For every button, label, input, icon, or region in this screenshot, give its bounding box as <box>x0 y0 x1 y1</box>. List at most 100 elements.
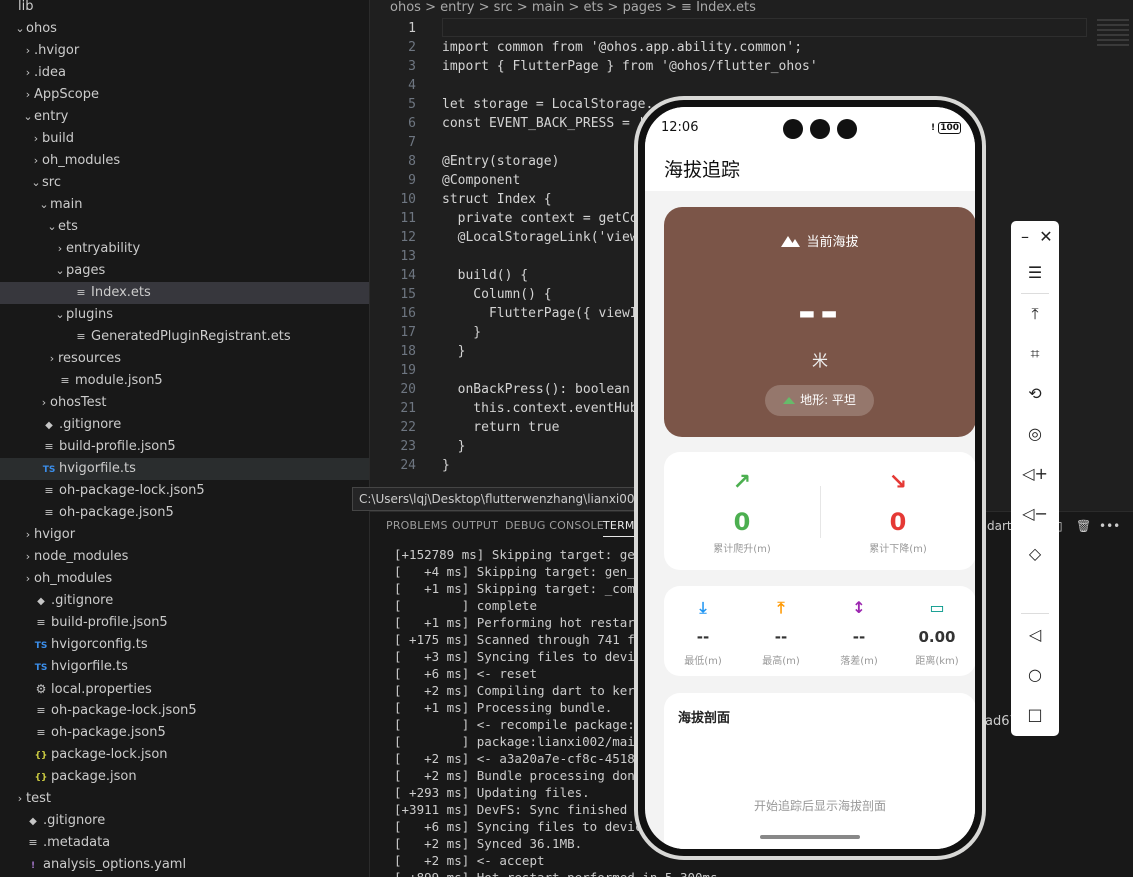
tree-item[interactable]: {} package-lock.json <box>0 744 369 766</box>
trending-up-icon: ↗ <box>732 470 752 495</box>
git-file-icon: ◆ <box>45 420 53 431</box>
stat-label: 最低(m) <box>684 656 722 667</box>
stat-item: ▭ 0.00 距离(km) <box>898 586 975 676</box>
chevron-right-icon: › <box>41 396 47 409</box>
tree-item[interactable]: ≡ oh-package.json5 <box>0 502 369 524</box>
tree-item[interactable]: ⌄plugins <box>0 304 369 326</box>
tree-item-label: entryability <box>66 241 141 256</box>
tree-item-label: AppScope <box>34 87 99 102</box>
code-line[interactable]: 1 <box>370 19 1133 38</box>
code-line[interactable]: 2 import common from '@ohos.app.ability.c… <box>370 38 1133 57</box>
menu-icon[interactable]: ☰ <box>1011 263 1059 282</box>
tree-item[interactable]: ≡ oh-package.json5 <box>0 722 369 744</box>
line-number: 19 <box>400 363 416 378</box>
more-icon[interactable]: ••• <box>1099 519 1120 533</box>
crop-icon[interactable]: ⌗ <box>1011 344 1059 364</box>
volume-down-icon[interactable]: ◁− <box>1011 504 1059 523</box>
line-number: 21 <box>400 401 416 416</box>
breadcrumb-item[interactable]: entry <box>440 0 474 15</box>
tree-item[interactable]: › test <box>0 788 369 810</box>
volume-up-icon[interactable]: ◁+ <box>1011 464 1059 483</box>
trash-icon[interactable]: 🗑 <box>1076 519 1091 533</box>
tree-item[interactable]: ≡ Index.ets <box>0 282 369 304</box>
line-number: 7 <box>408 135 416 150</box>
terminal-name[interactable]: dart <box>987 519 1012 533</box>
code-text: } <box>442 325 482 340</box>
phone-screen[interactable]: 12:06 ! 100 海拔追踪 当前海拔 -- 米 地形: 平坦 ↗ 0 累计… <box>645 107 975 849</box>
tree-item[interactable]: ≡ build-profile.json5 <box>0 612 369 634</box>
breadcrumb-item[interactable]: src <box>494 0 513 15</box>
breadcrumb-item[interactable]: pages <box>623 0 662 15</box>
tree-item[interactable]: TS hvigorfile.ts <box>0 458 369 480</box>
tree-item[interactable]: ◆ .gitignore <box>0 590 369 612</box>
tree-item[interactable]: › entryability <box>0 238 369 260</box>
lines-file-icon: ≡ <box>36 616 46 629</box>
close-icon[interactable]: ✕ <box>1022 227 1070 246</box>
tab-problems[interactable]: PROBLEMS <box>386 519 448 532</box>
tree-item-label: package-lock.json <box>51 747 168 762</box>
tree-item[interactable]: ⌄pages <box>0 260 369 282</box>
tree-item[interactable]: ≡ module.json5 <box>0 370 369 392</box>
tree-item[interactable]: › node_modules <box>0 546 369 568</box>
tab-debug-console[interactable]: DEBUG CONSOLE <box>505 519 604 532</box>
rotate-icon[interactable]: ⟲ <box>1011 384 1059 403</box>
tree-item[interactable]: ◆ .gitignore <box>0 414 369 436</box>
tree-item[interactable]: ≡ oh-package-lock.json5 <box>0 480 369 502</box>
code-line[interactable]: 3 import { FlutterPage } from '@ohos/flut… <box>370 57 1133 76</box>
tree-item[interactable]: › .hvigor <box>0 40 369 62</box>
tree-item[interactable]: › build <box>0 128 369 150</box>
tree-item-label: ohos <box>26 21 57 36</box>
tree-item[interactable]: ≡ build-profile.json5 <box>0 436 369 458</box>
tree-item[interactable]: lib <box>0 0 369 18</box>
tree-item[interactable]: ≡ GeneratedPluginRegistrant.ets <box>0 326 369 348</box>
recents-icon[interactable]: □ <box>1011 705 1059 724</box>
tree-item[interactable]: › oh_modules <box>0 568 369 590</box>
tree-item[interactable]: › .idea <box>0 62 369 84</box>
breadcrumb-item[interactable]: main <box>532 0 564 15</box>
tree-item[interactable]: ⚙ local.properties <box>0 678 369 700</box>
tree-item[interactable]: › hvigor <box>0 524 369 546</box>
lines-file-icon: ≡ <box>60 374 70 387</box>
back-icon[interactable]: ◁ <box>1011 625 1059 644</box>
code-line[interactable]: 4 <box>370 76 1133 95</box>
tree-item[interactable]: › oh_modules <box>0 150 369 172</box>
chevron-right-icon: › <box>25 66 31 79</box>
tree-item-label: package.json <box>51 769 137 784</box>
tree-item[interactable]: ⌄main <box>0 194 369 216</box>
tab-output[interactable]: OUTPUT <box>452 519 498 532</box>
tree-item[interactable]: ≡ oh-package-lock.json5 <box>0 700 369 722</box>
home-icon[interactable]: ○ <box>1011 665 1059 684</box>
tree-item[interactable]: ◆ .gitignore <box>0 810 369 832</box>
home-indicator[interactable] <box>760 835 860 839</box>
fold-icon[interactable]: ◇ <box>1011 544 1059 563</box>
chevron-right-icon: › <box>25 550 31 563</box>
tree-item[interactable]: TS hvigorfile.ts <box>0 656 369 678</box>
tree-item[interactable]: › ohosTest <box>0 392 369 414</box>
code-text: struct Index { <box>442 192 552 207</box>
pin-top-icon[interactable]: ⤒ <box>1011 304 1059 324</box>
tree-item-label: main <box>50 197 83 212</box>
tree-item[interactable]: ! analysis_options.yaml <box>0 854 369 876</box>
tree-item[interactable]: ≡ .metadata <box>0 832 369 854</box>
tree-item-label: .hvigor <box>34 43 80 58</box>
tree-item-label: src <box>42 175 61 190</box>
tree-item-label: .gitignore <box>59 417 122 432</box>
screenshot-icon[interactable]: ◎ <box>1011 424 1059 443</box>
tree-item-label: entry <box>34 109 69 124</box>
tree-item[interactable]: › resources <box>0 348 369 370</box>
tree-item[interactable]: ⌄src <box>0 172 369 194</box>
breadcrumb-item[interactable]: ets <box>584 0 604 15</box>
tree-item[interactable]: ⌄ohos <box>0 18 369 40</box>
vscode-window: lib ⌄ohos › .hvigor › .idea › AppScope ⌄entry › bu… <box>0 0 1133 877</box>
breadcrumb: ohos > entry > src > main > ets > pages … <box>390 0 756 15</box>
line-number: 8 <box>408 154 416 169</box>
tree-item[interactable]: {} package.json <box>0 766 369 788</box>
tab-terminal[interactable]: TERMI <box>603 519 639 537</box>
breadcrumb-item[interactable]: ohos <box>390 0 421 15</box>
stat-value: -- <box>696 628 710 646</box>
tree-item[interactable]: ⌄ets <box>0 216 369 238</box>
tree-item[interactable]: › AppScope <box>0 84 369 106</box>
tree-item[interactable]: TS hvigorconfig.ts <box>0 634 369 656</box>
tree-item[interactable]: ⌄entry <box>0 106 369 128</box>
breadcrumb-file[interactable]: Index.ets <box>696 0 756 15</box>
